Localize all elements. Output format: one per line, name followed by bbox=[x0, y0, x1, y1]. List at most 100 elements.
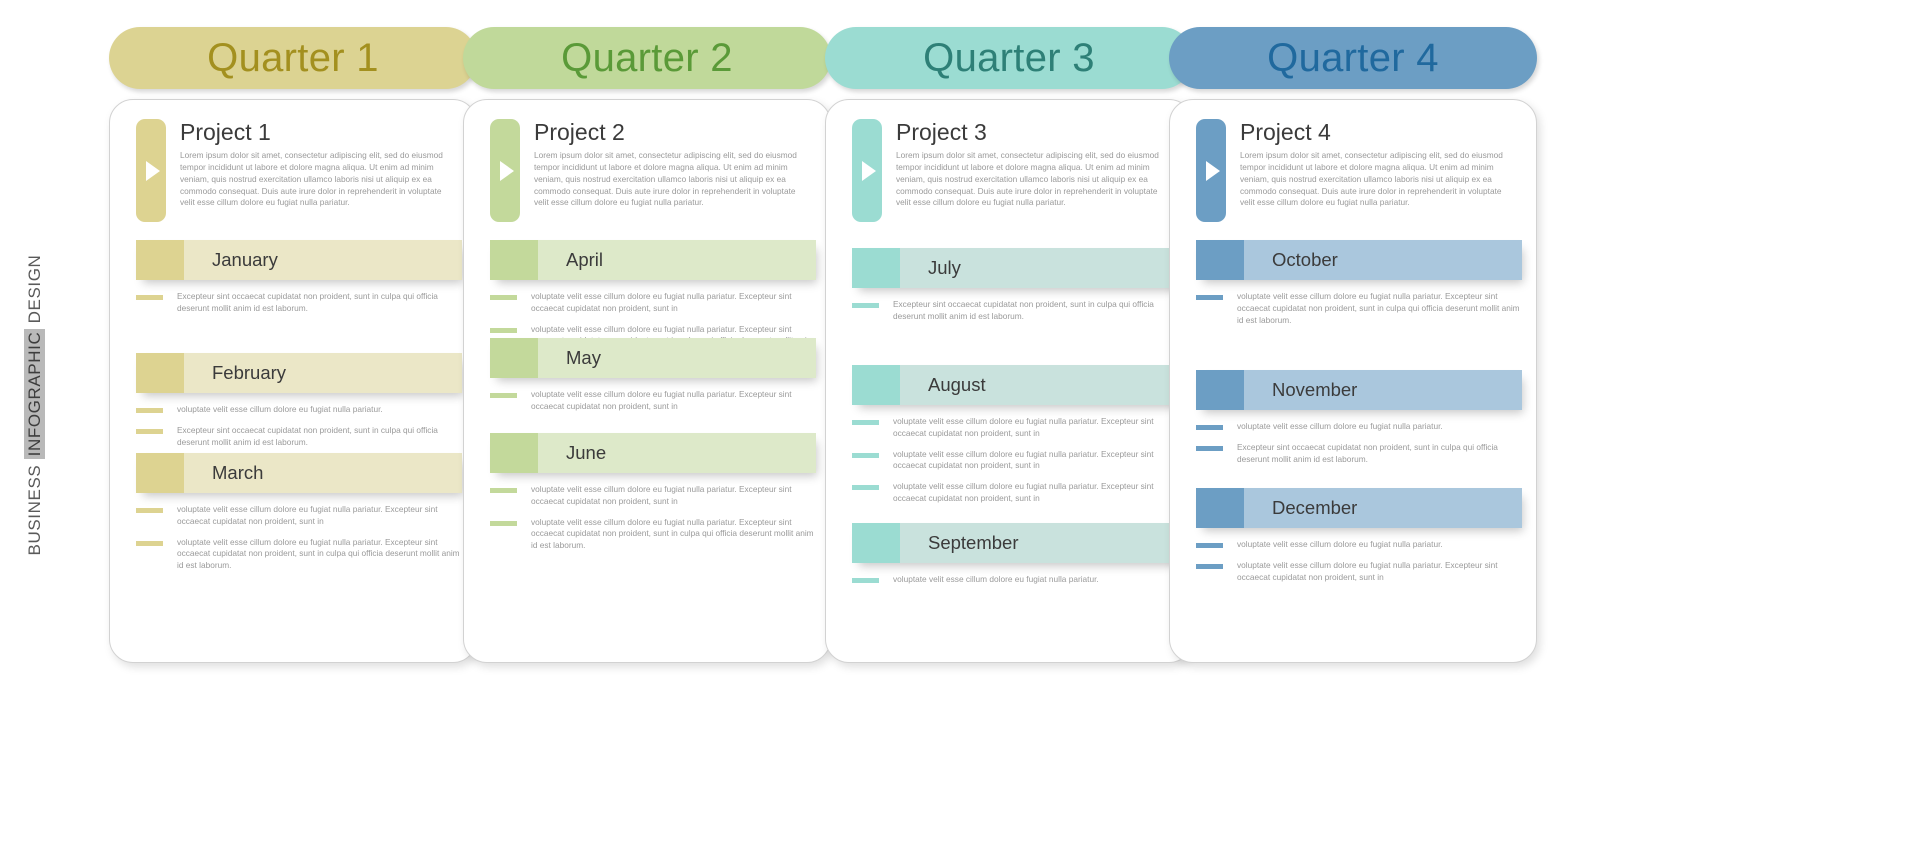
play-icon[interactable] bbox=[136, 119, 166, 222]
month-bullet-list: voluptate velit esse cillum dolore eu fu… bbox=[826, 574, 1192, 586]
bullet-dash-icon bbox=[136, 540, 163, 546]
project-header: Project 2 Lorem ipsum dolor sit amet, con… bbox=[490, 119, 812, 222]
month-group: June voluptate velit esse cillum dolore e… bbox=[464, 433, 830, 561]
bullet-text: voluptate velit esse cillum dolore eu fu… bbox=[531, 291, 792, 313]
play-triangle-icon bbox=[862, 161, 876, 181]
quarter-banner[interactable]: Quarter 1 bbox=[109, 27, 477, 89]
quarter-banner-label: Quarter 1 bbox=[207, 35, 379, 80]
month-bar[interactable]: April bbox=[490, 240, 816, 280]
bullet-dash-icon bbox=[490, 327, 517, 333]
bullet-item: voluptate velit esse cillum dolore eu fu… bbox=[1196, 291, 1522, 326]
bullet-dash-icon bbox=[490, 520, 517, 526]
month-bar-accent bbox=[852, 248, 900, 288]
bullet-dash-icon bbox=[136, 295, 163, 300]
brand-prefix: BUSINESS bbox=[25, 459, 44, 556]
month-bullet-list: voluptate velit esse cillum dolore eu fu… bbox=[1170, 539, 1536, 583]
project-description: Lorem ipsum dolor sit amet, consectetur … bbox=[534, 150, 797, 208]
play-icon[interactable] bbox=[490, 119, 520, 222]
project-description: Lorem ipsum dolor sit amet, consectetur … bbox=[180, 150, 443, 208]
bullet-dash-icon bbox=[490, 295, 517, 300]
month-bar[interactable]: February bbox=[136, 353, 462, 393]
month-bar[interactable]: January bbox=[136, 240, 462, 280]
bullet-text: voluptate velit esse cillum dolore eu fu… bbox=[531, 484, 792, 506]
project-header-text: Project 4 Lorem ipsum dolor sit amet, con… bbox=[1240, 119, 1518, 222]
month-group: May voluptate velit esse cillum dolore eu… bbox=[464, 338, 830, 422]
month-bar[interactable]: November bbox=[1196, 370, 1522, 410]
month-bar-accent bbox=[1196, 240, 1244, 280]
bullet-dash-icon bbox=[852, 452, 879, 458]
project-card: Project 1 Lorem ipsum dolor sit amet, con… bbox=[109, 99, 477, 663]
play-icon[interactable] bbox=[852, 119, 882, 222]
project-header-text: Project 3 Lorem ipsum dolor sit amet, con… bbox=[896, 119, 1174, 222]
month-bar[interactable]: March bbox=[136, 453, 462, 493]
project-header: Project 3 Lorem ipsum dolor sit amet, con… bbox=[852, 119, 1174, 222]
quarter-column: Quarter 4 Project 4 Lorem ipsum dolor sit … bbox=[1164, 0, 1537, 845]
month-bullet-list: voluptate velit esse cillum dolore eu fu… bbox=[464, 484, 830, 552]
bullet-dash-icon bbox=[1196, 425, 1223, 430]
project-title: Project 1 bbox=[180, 119, 271, 145]
month-label: April bbox=[566, 249, 604, 270]
month-label: January bbox=[212, 249, 278, 270]
month-bar[interactable]: July bbox=[852, 248, 1178, 288]
bullet-text: voluptate velit esse cillum dolore eu fu… bbox=[1237, 421, 1443, 431]
month-bar-accent bbox=[136, 353, 184, 393]
quarter-column: Quarter 3 Project 3 Lorem ipsum dolor sit … bbox=[820, 0, 1193, 845]
bullet-text: voluptate velit esse cillum dolore eu fu… bbox=[531, 516, 814, 551]
bullet-dash-icon bbox=[490, 393, 517, 398]
bullet-text: Excepteur sint occaecat cupidatat non pr… bbox=[893, 299, 1154, 321]
bullet-text: voluptate velit esse cillum dolore eu fu… bbox=[893, 416, 1154, 438]
month-label: May bbox=[566, 347, 601, 368]
month-bar[interactable]: May bbox=[490, 338, 816, 378]
month-group: February voluptate velit esse cillum dolo… bbox=[110, 353, 476, 457]
quarter-banner[interactable]: Quarter 4 bbox=[1169, 27, 1537, 89]
bullet-text: voluptate velit esse cillum dolore eu fu… bbox=[1237, 539, 1443, 549]
bullet-text: voluptate velit esse cillum dolore eu fu… bbox=[177, 536, 460, 571]
brand-suffix: DESIGN bbox=[25, 254, 44, 329]
bullet-text: Excepteur sint occaecat cupidatat non pr… bbox=[177, 291, 438, 313]
month-bullet-list: voluptate velit esse cillum dolore eu fu… bbox=[110, 404, 476, 448]
month-label: March bbox=[212, 462, 264, 483]
month-bar[interactable]: September bbox=[852, 523, 1178, 563]
month-list: April voluptate velit esse cillum dolore … bbox=[464, 240, 830, 662]
month-bar-accent bbox=[490, 240, 538, 280]
month-bar[interactable]: October bbox=[1196, 240, 1522, 280]
month-bar-accent bbox=[136, 453, 184, 493]
bullet-dash-icon bbox=[1196, 295, 1223, 300]
month-bar-accent bbox=[852, 523, 900, 563]
month-bullet-list: voluptate velit esse cillum dolore eu fu… bbox=[826, 416, 1192, 505]
month-bullet-list: voluptate velit esse cillum dolore eu fu… bbox=[110, 504, 476, 572]
month-bar[interactable]: December bbox=[1196, 488, 1522, 528]
project-header-text: Project 1 Lorem ipsum dolor sit amet, con… bbox=[180, 119, 458, 222]
bullet-item: voluptate velit esse cillum dolore eu fu… bbox=[852, 574, 1178, 586]
bullet-dash-icon bbox=[490, 488, 517, 493]
project-description: Lorem ipsum dolor sit amet, consectetur … bbox=[1240, 150, 1503, 208]
month-bullet-list: voluptate velit esse cillum dolore eu fu… bbox=[1170, 421, 1536, 465]
vertical-brand-label: BUSINESS INFOGRAPHIC DESIGN bbox=[0, 0, 70, 845]
month-group: November voluptate velit esse cillum dolo… bbox=[1170, 370, 1536, 474]
brand-highlight: INFOGRAPHIC bbox=[24, 328, 45, 460]
month-group: July Excepteur sint occaecat cupidatat no… bbox=[826, 248, 1192, 332]
project-card-inner: Project 1 Lorem ipsum dolor sit amet, con… bbox=[110, 100, 476, 662]
month-label: October bbox=[1272, 249, 1338, 270]
month-bar-accent bbox=[1196, 488, 1244, 528]
quarter-banner[interactable]: Quarter 3 bbox=[825, 27, 1193, 89]
project-header: Project 1 Lorem ipsum dolor sit amet, con… bbox=[136, 119, 458, 222]
bullet-item: Excepteur sint occaecat cupidatat non pr… bbox=[1196, 442, 1522, 466]
bullet-text: voluptate velit esse cillum dolore eu fu… bbox=[1237, 291, 1520, 325]
bullet-dash-icon bbox=[852, 578, 879, 583]
bullet-text: voluptate velit esse cillum dolore eu fu… bbox=[893, 574, 1099, 584]
bullet-text: voluptate velit esse cillum dolore eu fu… bbox=[177, 504, 438, 526]
bullet-text: voluptate velit esse cillum dolore eu fu… bbox=[893, 448, 1154, 471]
quarter-banner-label: Quarter 2 bbox=[561, 35, 733, 80]
month-bar-accent bbox=[490, 338, 538, 378]
month-bar[interactable]: June bbox=[490, 433, 816, 473]
month-bar[interactable]: August bbox=[852, 365, 1178, 405]
month-list: January Excepteur sint occaecat cupidatat… bbox=[110, 240, 476, 662]
bullet-text: Excepteur sint occaecat cupidatat non pr… bbox=[1237, 441, 1498, 464]
month-bullet-list: voluptate velit esse cillum dolore eu fu… bbox=[1170, 291, 1536, 326]
bullet-item: voluptate velit esse cillum dolore eu fu… bbox=[852, 449, 1178, 473]
play-icon[interactable] bbox=[1196, 119, 1226, 222]
play-triangle-icon bbox=[500, 161, 514, 181]
quarter-banner[interactable]: Quarter 2 bbox=[463, 27, 831, 89]
project-title: Project 4 bbox=[1240, 119, 1331, 145]
